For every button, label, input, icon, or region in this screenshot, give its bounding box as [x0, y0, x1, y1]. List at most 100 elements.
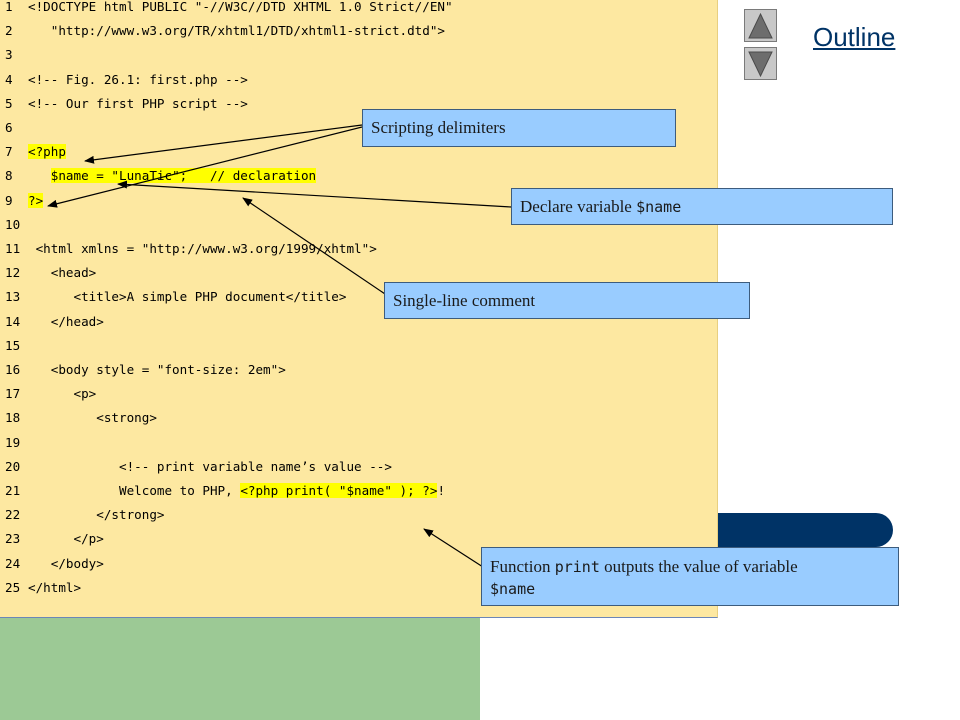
code-line: 20 <!-- print variable name’s value -->	[0, 456, 718, 478]
code-fragment: <!-- Fig. 26.1: first.php -->	[28, 71, 248, 87]
code-text: </strong>	[28, 504, 164, 526]
callout-text-prefix: Function	[490, 557, 555, 576]
code-fragment: </html>	[28, 579, 82, 595]
callout-scripting-delimiters: Scripting delimiters	[362, 109, 676, 147]
code-fragment: <body style = "font-size: 2em">	[28, 362, 286, 377]
code-text: $name = "LunaTic"; // declaration	[28, 165, 317, 187]
line-number: 14	[5, 313, 21, 329]
callout-print-function: Function print outputs the value of vari…	[481, 547, 899, 606]
code-line: 19	[0, 432, 718, 454]
code-line: 22 </strong>	[0, 504, 718, 526]
code-fragment: </p>	[28, 531, 104, 547]
code-line: 8 $name = "LunaTic"; // declaration	[0, 165, 718, 187]
code-fragment: <!-- Our first PHP script -->	[28, 95, 248, 111]
code-text: <!DOCTYPE html PUBLIC "-//W3C//DTD XHTML…	[28, 0, 453, 18]
code-fragment: <html xmlns = "http://www.w3.org/1999/xh…	[28, 241, 377, 256]
accent-bar	[718, 513, 893, 547]
line-number: 8	[5, 168, 13, 184]
callout-code: print	[554, 558, 600, 576]
line-number: 16	[5, 362, 21, 377]
code-line: 15	[0, 335, 718, 357]
code-fragment: Welcome to PHP,	[28, 483, 241, 498]
callout-text: Declare variable $name	[520, 197, 681, 217]
code-fragment: </head>	[28, 313, 104, 329]
callout-single-line-comment: Single-line comment	[384, 282, 750, 319]
code-fragment: <!DOCTYPE html PUBLIC "-//W3C//DTD XHTML…	[28, 0, 453, 14]
code-text: <!-- print variable name’s value -->	[28, 456, 392, 478]
code-text: <?php	[28, 141, 66, 163]
code-text: ?>	[28, 190, 44, 212]
line-number: 7	[5, 144, 13, 160]
code-text: </head>	[28, 311, 104, 333]
code-fragment	[28, 168, 51, 183]
line-number: 24	[5, 555, 21, 571]
code-text: <p>	[28, 383, 96, 405]
code-text: Welcome to PHP, <?php print( "$name" ); …	[28, 480, 445, 502]
side-panel-decoration	[0, 618, 480, 720]
callout-variable: $name	[490, 580, 536, 598]
code-fragment: !	[437, 483, 446, 498]
highlighted-code: <?php print( "$name" ); ?>	[240, 483, 438, 498]
code-fragment: </strong>	[28, 507, 165, 523]
code-text: </body>	[28, 553, 104, 575]
line-number: 19	[5, 434, 21, 450]
outline-link[interactable]: Outline	[813, 22, 895, 53]
callout-text-prefix: Declare variable	[520, 196, 637, 216]
code-text: <head>	[28, 262, 97, 284]
code-text: <title>A simple PHP document</title>	[28, 286, 346, 308]
line-number: 11	[5, 241, 21, 256]
line-number: 13	[5, 289, 21, 305]
code-text: <!-- Fig. 26.1: first.php -->	[28, 69, 248, 91]
line-number: 23	[5, 531, 21, 547]
previous-slide-button[interactable]	[744, 9, 777, 42]
line-number: 9	[5, 192, 13, 208]
line-number: 22	[5, 507, 21, 523]
code-text: </html>	[28, 577, 81, 599]
line-number: 25	[5, 579, 21, 595]
callout-text: Single-line comment	[393, 290, 536, 310]
code-fragment: <title>A simple PHP document</title>	[28, 289, 347, 305]
code-line: 4 <!-- Fig. 26.1: first.php -->	[0, 69, 718, 91]
code-fragment: <p>	[28, 386, 97, 402]
highlighted-code: $name = "LunaTic"; // declaration	[50, 168, 317, 184]
code-text: </p>	[28, 528, 104, 550]
code-text: <html xmlns = "http://www.w3.org/1999/xh…	[28, 238, 377, 260]
code-line: 1 <!DOCTYPE html PUBLIC "-//W3C//DTD XHTM…	[0, 0, 718, 18]
line-number: 6	[5, 120, 13, 135]
line-number: 2	[5, 23, 13, 39]
code-text: <body style = "font-size: 2em">	[28, 359, 286, 381]
line-number: 21	[5, 483, 21, 498]
line-number: 12	[5, 265, 21, 281]
code-fragment: "http://www.w3.org/TR/xhtml1/DTD/xhtml1-…	[28, 23, 446, 39]
code-line: 21 Welcome to PHP, <?php print( "$name" …	[0, 480, 718, 502]
code-line: 17 <p>	[0, 383, 718, 405]
next-slide-button[interactable]	[744, 47, 777, 80]
highlighted-code: <?php	[28, 144, 66, 160]
triangle-down-icon	[748, 51, 773, 78]
code-text: <strong>	[28, 407, 157, 429]
triangle-up-icon	[748, 12, 773, 39]
line-number: 18	[5, 410, 21, 426]
line-number: 15	[5, 337, 21, 353]
callout-text: Scripting delimiters	[371, 118, 506, 137]
callout-declare-variable: Declare variable $name	[511, 188, 893, 225]
code-line: 16 <body style = "font-size: 2em">	[0, 359, 718, 381]
code-fragment: </body>	[28, 555, 104, 571]
code-fragment: <head>	[28, 265, 97, 281]
line-number: 10	[5, 216, 21, 232]
line-number: 1	[5, 0, 13, 14]
code-line: 12 <head>	[0, 262, 718, 284]
code-line: 11 <html xmlns = "http://www.w3.org/1999…	[0, 238, 718, 260]
code-text: "http://www.w3.org/TR/xhtml1/DTD/xhtml1-…	[28, 20, 445, 42]
code-text: <!-- Our first PHP script -->	[28, 93, 248, 115]
line-number: 5	[5, 95, 13, 111]
line-number: 3	[5, 47, 13, 63]
callout-text: Function print outputs the value of vari…	[490, 556, 798, 600]
code-line: 18 <strong>	[0, 407, 718, 429]
code-fragment: <strong>	[28, 410, 157, 426]
callout-code: $name	[636, 197, 682, 216]
code-line: 2 "http://www.w3.org/TR/xhtml1/DTD/xhtml…	[0, 20, 718, 42]
line-number: 17	[5, 386, 21, 402]
highlighted-code: ?>	[28, 192, 44, 208]
line-number: 20	[5, 458, 21, 474]
